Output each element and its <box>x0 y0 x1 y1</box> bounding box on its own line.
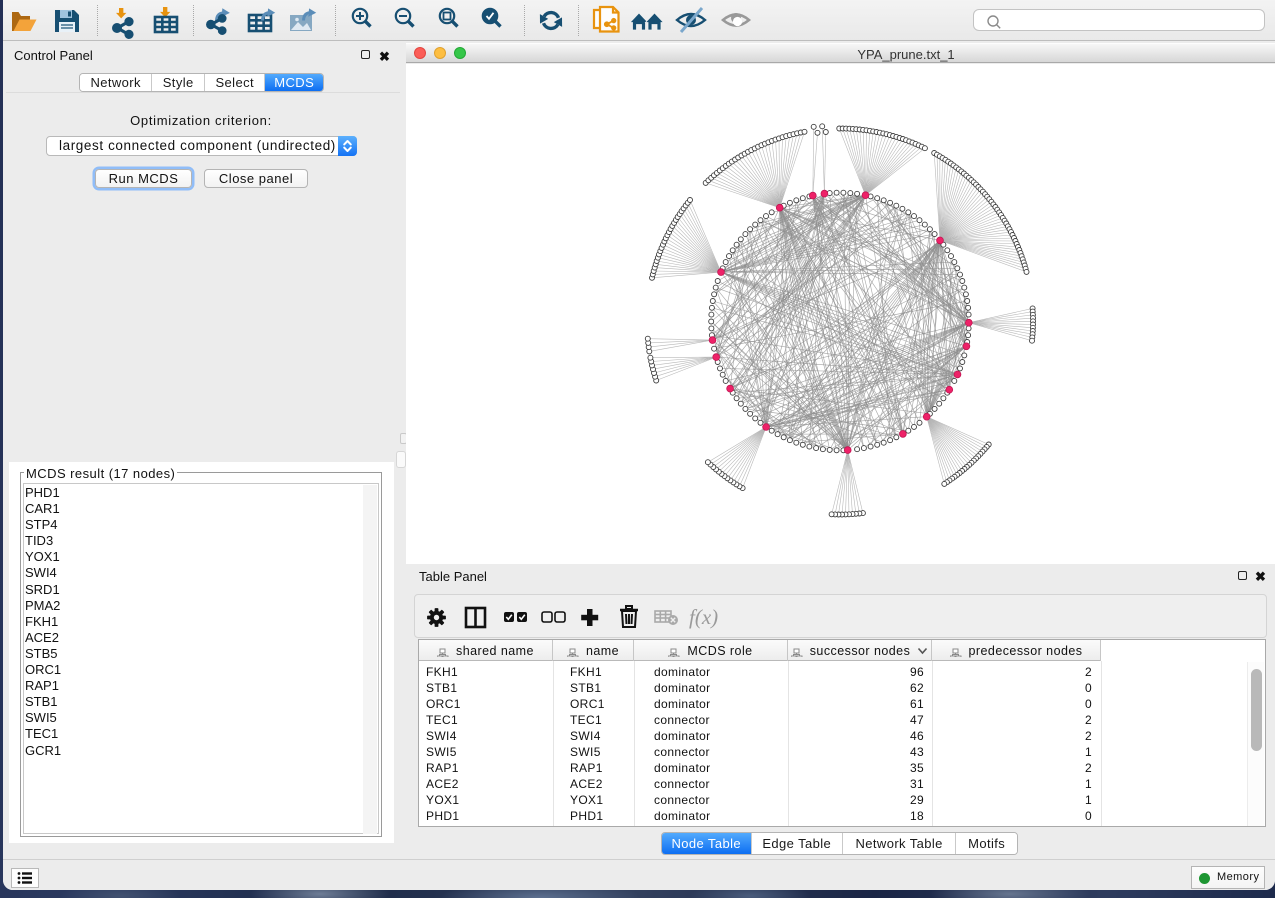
svg-text:f(x): f(x) <box>689 605 718 629</box>
